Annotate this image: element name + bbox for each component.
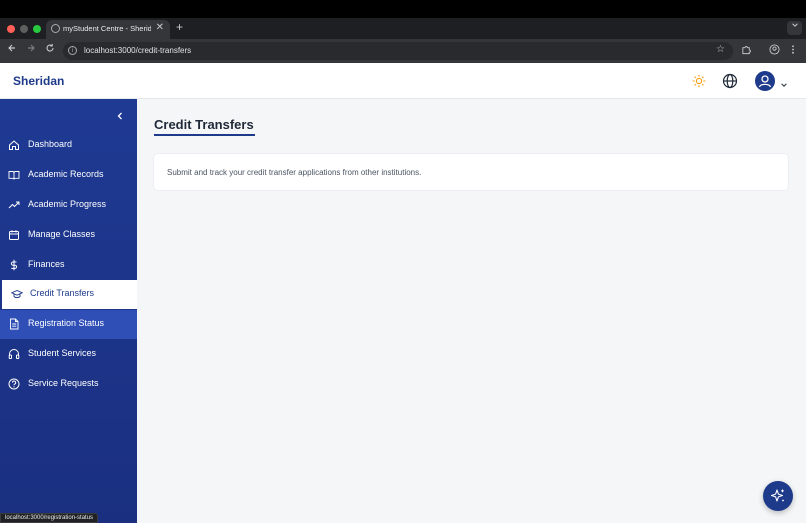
sidebar-item-dashboard[interactable]: Dashboard <box>0 131 137 160</box>
user-menu-caret[interactable] <box>780 76 788 87</box>
title-underline <box>154 134 255 136</box>
browser-tab-bar: myStudent Centre - Sheridan ✕ + <box>0 18 806 39</box>
language-button[interactable] <box>722 73 738 89</box>
sidebar-item-label: Credit Transfers <box>30 288 95 298</box>
chevron-left-icon <box>117 112 122 120</box>
sidebar-item-service-requests[interactable]: Service Requests <box>0 370 137 399</box>
sidebar-item-label: Registration Status <box>28 318 105 328</box>
address-url[interactable]: localhost:3000/credit-transfers <box>84 46 191 55</box>
sidebar-item-registration-status[interactable]: Registration Status <box>0 310 137 339</box>
bookmark-star-icon[interactable]: ☆ <box>716 44 725 55</box>
sidebar-item-label: Academic Records <box>28 169 104 179</box>
sidebar-item-label: Dashboard <box>28 139 73 149</box>
more-vertical-icon <box>792 45 794 54</box>
sidebar-item-student-services[interactable]: Student Services <box>0 340 137 369</box>
tab-title: myStudent Centre - Sheridan <box>63 24 151 33</box>
new-tab-button[interactable]: + <box>176 20 183 34</box>
arrow-right-icon <box>28 44 35 52</box>
address-bar[interactable]: i localhost:3000/credit-transfers ☆ <box>63 42 733 60</box>
document-icon <box>10 318 19 330</box>
theme-toggle-button[interactable] <box>692 74 706 88</box>
sidebar-item-finances[interactable]: Finances <box>0 251 137 280</box>
sidebar-item-manage-classes[interactable]: Manage Classes <box>0 221 137 250</box>
sidebar-collapse-button[interactable] <box>115 108 125 120</box>
calendar-icon <box>9 230 19 240</box>
back-button[interactable] <box>7 43 17 56</box>
sidebar-item-label: Student Services <box>28 348 97 358</box>
chevron-down-icon <box>781 83 787 87</box>
profile-button[interactable] <box>769 44 780 58</box>
sidebar: Dashboard Academic Records Academic Prog… <box>0 99 137 523</box>
site-info-icon[interactable]: i <box>68 46 77 55</box>
reload-button[interactable] <box>45 43 55 56</box>
globe-icon <box>51 24 60 33</box>
user-avatar-button[interactable] <box>755 71 775 91</box>
sidebar-item-academic-progress[interactable]: Academic Progress <box>0 191 137 220</box>
home-icon <box>9 140 19 150</box>
sun-icon <box>692 74 706 88</box>
book-icon <box>8 171 20 180</box>
headphones-icon <box>8 349 20 359</box>
status-url-preview: localhost:3000/registration-status <box>0 513 99 523</box>
arrow-left-icon <box>8 44 15 52</box>
minimize-window-button[interactable] <box>20 25 28 33</box>
sidebar-item-label: Manage Classes <box>28 229 96 239</box>
sidebar-item-credit-transfers[interactable]: Credit Transfers <box>2 280 137 309</box>
close-window-button[interactable] <box>7 25 15 33</box>
chevron-down-icon <box>791 23 798 27</box>
globe-icon <box>722 73 738 89</box>
page-title: Credit Transfers <box>154 117 254 132</box>
reload-icon <box>46 44 54 52</box>
sidebar-item-label: Service Requests <box>28 378 99 388</box>
user-icon <box>758 75 772 88</box>
maximize-window-button[interactable] <box>33 25 41 33</box>
brand-logo[interactable]: Sheridan <box>13 74 64 88</box>
tab-search-button[interactable] <box>787 21 802 35</box>
forward-button[interactable] <box>26 43 36 56</box>
graduation-cap-icon <box>11 290 23 299</box>
sidebar-item-label: Academic Progress <box>28 199 107 209</box>
puzzle-icon <box>742 46 751 55</box>
browser-tab[interactable]: myStudent Centre - Sheridan ✕ <box>46 20 170 39</box>
tab-close-button[interactable]: ✕ <box>156 22 164 33</box>
account-circle-icon <box>769 44 780 55</box>
page-description: Submit and track your credit transfer ap… <box>167 168 422 177</box>
browser-menu-button[interactable] <box>790 44 796 58</box>
extensions-button[interactable] <box>741 44 752 58</box>
help-circle-icon <box>8 378 20 390</box>
sparkles-icon <box>770 489 784 502</box>
trending-up-icon <box>8 201 20 209</box>
info-card: Submit and track your credit transfer ap… <box>153 153 789 191</box>
main-content: Credit Transfers Submit and track your c… <box>137 99 806 523</box>
app-header: Sheridan <box>0 63 806 99</box>
browser-toolbar: i localhost:3000/credit-transfers ☆ <box>0 39 806 63</box>
sidebar-item-label: Finances <box>28 259 65 269</box>
dollar-icon <box>10 259 18 271</box>
ai-assistant-button[interactable] <box>763 481 793 511</box>
screen-top-bar <box>0 0 806 18</box>
sidebar-item-academic-records[interactable]: Academic Records <box>0 161 137 190</box>
